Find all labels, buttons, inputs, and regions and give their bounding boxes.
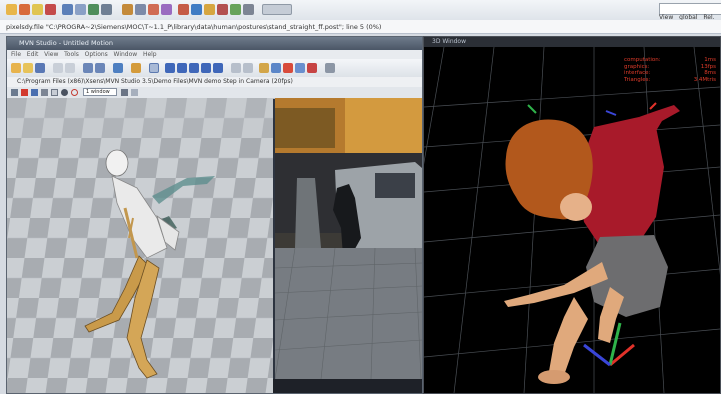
avatar-leg [548, 297, 588, 381]
ring-icon[interactable] [71, 89, 78, 96]
skip-end-icon[interactable] [213, 63, 223, 73]
3d-viewport[interactable] [7, 98, 273, 393]
settings-icon[interactable] [101, 4, 112, 15]
folder-icon[interactable] [6, 4, 17, 15]
stop-icon[interactable] [243, 63, 253, 73]
step-forward-icon[interactable] [201, 63, 211, 73]
record-button-icon[interactable] [307, 63, 317, 73]
mvn-studio-window: MVN Studio - Untitled Motion File Edit V… [6, 36, 423, 394]
marker-icon[interactable] [259, 63, 269, 73]
window-icon[interactable] [295, 63, 305, 73]
edit-view-icon[interactable] [131, 89, 138, 96]
skeleton-head [105, 149, 129, 177]
sphere-icon[interactable] [61, 89, 68, 96]
performance-stats: computation: 1ms graphics: 13fps interface… [624, 57, 716, 83]
clock-icon[interactable] [131, 63, 141, 73]
grid-icon[interactable] [135, 4, 146, 15]
save-file-icon[interactable] [35, 63, 45, 73]
camera-select-icon[interactable] [149, 63, 159, 73]
menu-edit[interactable]: Edit [27, 51, 39, 58]
skeleton-scene [7, 98, 273, 393]
new-icon[interactable] [11, 63, 21, 73]
menu-view[interactable]: View [44, 51, 58, 58]
refresh-icon[interactable] [88, 4, 99, 15]
avatar-face [560, 193, 592, 221]
chart-icon[interactable] [191, 4, 202, 15]
menu-window[interactable]: Window [114, 51, 138, 58]
target-icon[interactable] [113, 63, 123, 73]
measure-icon[interactable] [122, 4, 133, 15]
menu-file[interactable]: File [11, 51, 21, 58]
menu-help[interactable]: Help [143, 51, 157, 58]
avatar-foot [538, 370, 570, 384]
playback-toolbar [7, 59, 422, 78]
redo-arrow-icon[interactable] [95, 63, 105, 73]
avatar-scene[interactable] [424, 47, 720, 393]
save-icon[interactable] [32, 4, 43, 15]
figure-icon[interactable] [21, 89, 28, 96]
menu-bar: File Edit View Tools Options Window Help [7, 50, 422, 59]
play-icon[interactable] [189, 63, 199, 73]
menu-options[interactable]: Options [85, 51, 108, 58]
main-toolbar [0, 0, 721, 21]
axis-icon[interactable] [31, 89, 38, 96]
loop-icon[interactable] [231, 63, 241, 73]
render-3d-window: 3D Window computation: 1ms graphics: 13fps… [423, 36, 721, 394]
record-icon[interactable] [45, 4, 56, 15]
stat-row: Triangles: 3.4Mtris [624, 76, 716, 83]
skip-start-icon[interactable] [165, 63, 175, 73]
grid-view-icon[interactable] [11, 89, 18, 96]
document-tab[interactable]: C:\Program Files (x86)\Xsens\MVN Studio … [7, 77, 422, 87]
window-select[interactable]: 1 window [83, 88, 117, 96]
camera-scene [275, 98, 422, 379]
open-icon[interactable] [19, 4, 30, 15]
tools-icon[interactable] [217, 4, 228, 15]
bookmark-icon[interactable] [271, 63, 281, 73]
check-icon[interactable] [230, 4, 241, 15]
list-icon[interactable] [325, 63, 335, 73]
camera-icon[interactable] [41, 89, 48, 96]
mark-icon[interactable] [148, 4, 159, 15]
redo-icon[interactable] [75, 4, 86, 15]
file-path-bar: pixelsdy.file "C:\PROGRA~2\Siemens\MOC\T… [0, 20, 721, 34]
video-camera-view [275, 98, 422, 379]
box-icon[interactable] [51, 89, 58, 96]
pen-icon[interactable] [243, 4, 254, 15]
undo-arrow-icon[interactable] [83, 63, 93, 73]
filter-icon[interactable] [178, 4, 189, 15]
open-file-icon[interactable] [23, 63, 33, 73]
step-back-icon[interactable] [177, 63, 187, 73]
export-icon[interactable] [204, 4, 215, 15]
cut-icon[interactable] [53, 63, 63, 73]
flag-icon[interactable] [283, 63, 293, 73]
dropdown-control[interactable] [262, 4, 292, 15]
export-view-icon[interactable] [121, 89, 128, 96]
window-footer [273, 379, 422, 393]
copy-icon[interactable] [65, 63, 75, 73]
undo-icon[interactable] [62, 4, 73, 15]
z-axis [583, 343, 611, 367]
window-title: MVN Studio - Untitled Motion [7, 37, 422, 50]
skeleton-icon[interactable] [161, 4, 172, 15]
menu-tools[interactable]: Tools [64, 51, 79, 58]
window-title: 3D Window [424, 37, 720, 47]
